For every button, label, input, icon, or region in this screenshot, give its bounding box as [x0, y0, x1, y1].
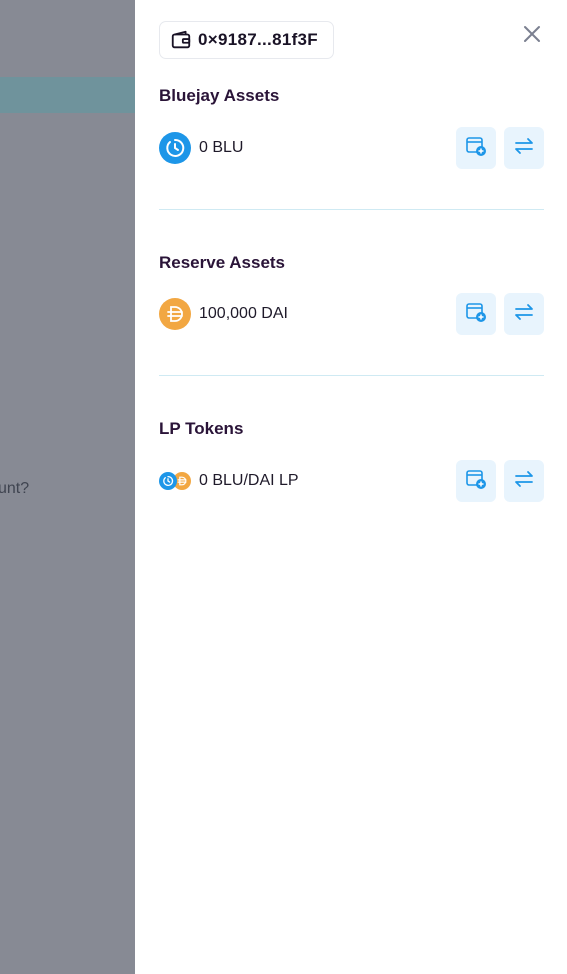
section-title-lp-tokens: LP Tokens: [159, 419, 244, 438]
asset-row-lp: 0 BLU/DAI LP: [159, 460, 544, 502]
wallet-address: 0×9187...81f3F: [198, 30, 318, 49]
swap-icon: [513, 468, 535, 495]
section-divider: [159, 209, 544, 210]
lp-token-icon: [159, 465, 191, 497]
asset-row-blu: 0 BLU: [159, 127, 544, 169]
backdrop-nav-bar: [0, 77, 135, 113]
section-divider: [159, 375, 544, 376]
swap-button[interactable]: [504, 293, 544, 335]
add-to-wallet-icon: [465, 301, 487, 328]
wallet-icon: [170, 29, 192, 51]
dai-token-icon: [159, 298, 191, 330]
wallet-drawer: 0×9187...81f3F Bluejay Assets 0 BLU Rese…: [135, 0, 567, 974]
add-to-wallet-icon: [465, 468, 487, 495]
swap-button[interactable]: [504, 127, 544, 169]
blu-token-icon: [159, 472, 177, 490]
add-to-wallet-button[interactable]: [456, 127, 496, 169]
backdrop-text: unt?: [0, 480, 30, 497]
close-button[interactable]: [520, 24, 544, 48]
swap-icon: [513, 135, 535, 162]
swap-icon: [513, 301, 535, 328]
asset-amount: 0 BLU: [199, 139, 244, 156]
add-to-wallet-button[interactable]: [456, 293, 496, 335]
asset-amount: 100,000 DAI: [199, 305, 288, 322]
close-icon: [523, 25, 541, 48]
section-title-reserve-assets: Reserve Assets: [159, 253, 286, 272]
add-to-wallet-icon: [465, 135, 487, 162]
swap-button[interactable]: [504, 460, 544, 502]
wallet-address-chip[interactable]: 0×9187...81f3F: [159, 21, 334, 59]
asset-amount: 0 BLU/DAI LP: [199, 472, 299, 489]
asset-row-dai: 100,000 DAI: [159, 293, 544, 335]
section-title-bluejay-assets: Bluejay Assets: [159, 86, 280, 105]
add-to-wallet-button[interactable]: [456, 460, 496, 502]
page-backdrop[interactable]: unt?: [0, 0, 135, 974]
blu-token-icon: [159, 132, 191, 164]
